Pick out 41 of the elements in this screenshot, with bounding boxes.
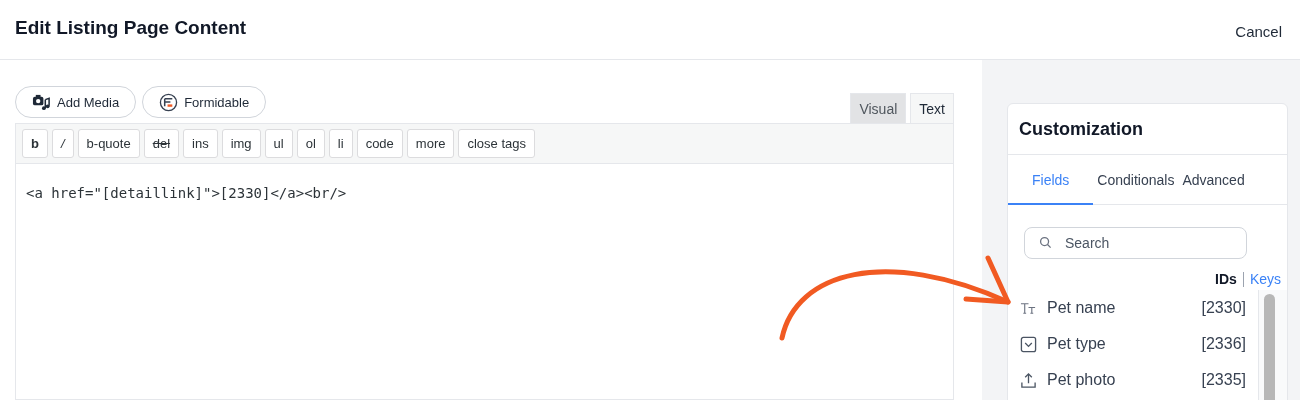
quicktag-button[interactable]: / — [51, 129, 74, 158]
field-id: [2336] — [1201, 335, 1246, 353]
quicktag-button[interactable]: ul — [264, 129, 293, 158]
field-id: [2335] — [1201, 371, 1246, 389]
quicktag-button[interactable]: b — [22, 129, 48, 158]
quicktag-button[interactable]: more — [406, 129, 455, 158]
search-field[interactable]: Search — [1024, 227, 1247, 259]
field-item[interactable]: Pet name [2330] — [1020, 290, 1258, 326]
camera-music-icon — [32, 92, 51, 112]
quicktag-button[interactable]: del — [143, 129, 180, 158]
quicktag-button[interactable]: ol — [296, 129, 325, 158]
quicktag-button[interactable]: ins — [183, 129, 218, 158]
field-item[interactable]: Pet photo [2335] — [1020, 362, 1258, 398]
editor-tab[interactable]: Visual — [850, 93, 907, 123]
scrollbar-thumb[interactable] — [1264, 294, 1275, 400]
dialog-title: Edit Listing Page Content — [15, 16, 247, 39]
field-name: Pet photo — [1047, 371, 1117, 389]
panel-tab[interactable]: Fields — [1008, 155, 1094, 205]
formidable-button[interactable]: Formidable — [142, 86, 267, 118]
add-media-button[interactable]: Add Media — [15, 86, 137, 118]
formidable-logo-icon — [159, 92, 179, 112]
key-mode-link[interactable]: IDs — [1215, 271, 1237, 287]
key-mode-link[interactable]: Keys — [1249, 271, 1281, 287]
quicktag-button[interactable]: b-quote — [77, 129, 140, 158]
field-name: Pet type — [1047, 335, 1107, 353]
dropdown-icon — [1020, 335, 1037, 353]
editor-tab[interactable]: Text — [910, 93, 954, 123]
quicktag-button[interactable]: li — [328, 129, 353, 158]
code-text: <a href="[detaillink]">[2330]</a><br/> — [26, 185, 347, 201]
quicktag-button[interactable]: close tags — [458, 129, 535, 158]
quicktag-button[interactable]: code — [356, 129, 403, 158]
field-item[interactable]: Pet type [2336] — [1020, 326, 1258, 362]
panel-title: Customization — [1008, 104, 1287, 155]
quicktag-button[interactable]: img — [221, 129, 261, 158]
panel-tab[interactable]: Advanced — [1178, 155, 1249, 205]
cancel-button[interactable]: Cancel — [1229, 22, 1288, 41]
panel-tab[interactable]: Conditionals — [1093, 155, 1179, 205]
field-name: Pet name — [1047, 299, 1117, 317]
code-editor[interactable]: <a href="[detaillink]">[2330]</a><br/> — [15, 164, 954, 400]
upload-icon — [1020, 371, 1037, 389]
field-id: [2330] — [1201, 299, 1246, 317]
